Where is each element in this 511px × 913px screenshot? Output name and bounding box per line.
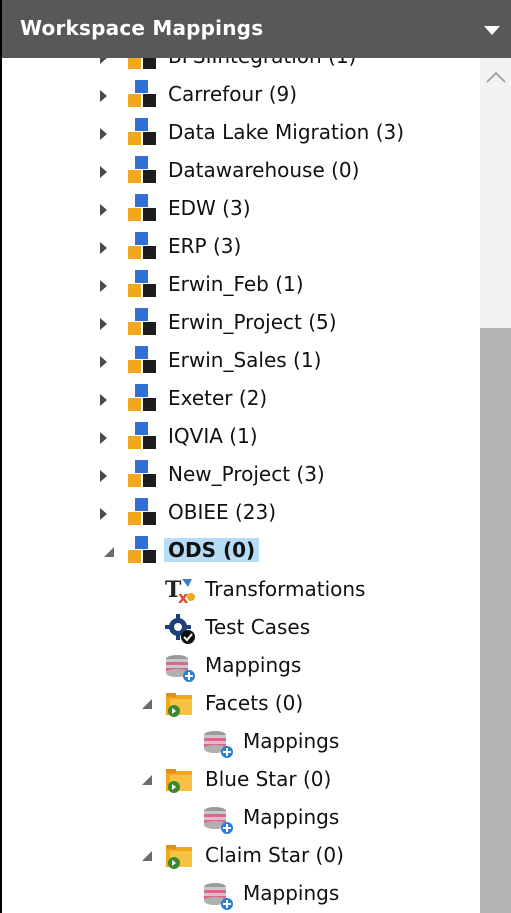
expand-arrow-icon[interactable] xyxy=(100,166,107,178)
expand-arrow-icon[interactable] xyxy=(100,242,107,254)
mappings-icon xyxy=(204,807,233,834)
tree-item-label: Mappings xyxy=(243,881,340,905)
project-icon xyxy=(128,270,156,297)
expand-arrow-icon[interactable] xyxy=(100,318,107,330)
tree-item-mappings[interactable]: Mappings xyxy=(2,800,480,836)
tree-item-label: Transformations xyxy=(205,577,366,601)
collapse-arrow-icon[interactable] xyxy=(142,775,152,785)
tree-item-project[interactable]: Carrefour (9) xyxy=(2,78,480,114)
project-icon xyxy=(128,498,156,525)
tree-item-mappings[interactable]: Mappings xyxy=(2,648,480,684)
project-icon xyxy=(128,156,156,183)
panel-title: Workspace Mappings xyxy=(20,16,264,40)
vertical-scrollbar[interactable] xyxy=(480,58,511,913)
expand-arrow-icon[interactable] xyxy=(100,280,107,292)
tree-item-label: Claim Star (0) xyxy=(205,843,344,867)
project-icon xyxy=(128,232,156,259)
subject-area-icon xyxy=(166,845,192,869)
tree-item-label: Erwin_Project (5) xyxy=(168,310,337,334)
tree-item-project[interactable]: Data Lake Migration (3) xyxy=(2,116,480,152)
tree-item-test-cases[interactable]: Test Cases xyxy=(2,610,480,646)
project-icon xyxy=(128,536,156,563)
scrollbar-thumb[interactable] xyxy=(480,328,511,913)
expand-arrow-icon[interactable] xyxy=(100,128,107,140)
expand-arrow-icon[interactable] xyxy=(100,508,107,520)
project-icon xyxy=(128,384,156,411)
gear-icon xyxy=(165,614,195,644)
project-icon xyxy=(128,118,156,145)
tree-item-label: Blue Star (0) xyxy=(205,767,332,791)
scroll-up-button[interactable] xyxy=(480,58,511,93)
tree-item-label: Data Lake Migration (3) xyxy=(168,120,405,144)
project-icon xyxy=(128,308,156,335)
transformations-icon: T x xyxy=(165,577,195,607)
mappings-icon xyxy=(204,731,233,758)
expand-arrow-icon[interactable] xyxy=(100,90,107,102)
subject-area-icon xyxy=(166,693,192,717)
tree-item-label: Mappings xyxy=(243,729,340,753)
tree-item-project[interactable]: OBIEE (23) xyxy=(2,496,480,532)
tree-item-label: New_Project (3) xyxy=(168,462,325,486)
tree-item-label: Facets (0) xyxy=(205,691,304,715)
workspace-tree: BFSIIntegration (1) Carrefour (9) Data La… xyxy=(2,58,480,913)
tree-item-subject-area[interactable]: Facets (0) xyxy=(2,686,480,722)
chevron-up-icon xyxy=(486,71,506,83)
tree-item-project[interactable]: Erwin_Project (5) xyxy=(2,306,480,342)
tree-item-label: Erwin_Feb (1) xyxy=(168,272,304,296)
tree-item-subject-area[interactable]: Claim Star (0) xyxy=(2,838,480,874)
tree-item-project[interactable]: New_Project (3) xyxy=(2,458,480,494)
expand-arrow-icon[interactable] xyxy=(100,432,107,444)
workspace-mappings-panel: Workspace Mappings BFSIIntegration (1) C… xyxy=(0,0,511,913)
subject-area-icon xyxy=(166,769,192,793)
tree-item-ods[interactable]: ODS (0) xyxy=(2,534,480,570)
panel-header: Workspace Mappings xyxy=(2,0,511,58)
mappings-icon xyxy=(204,883,233,910)
tree-item-project[interactable]: ERP (3) xyxy=(2,230,480,266)
expand-arrow-icon[interactable] xyxy=(100,470,107,482)
tree-item-label: Carrefour (9) xyxy=(168,82,298,106)
tree-item-label-selected: ODS (0) xyxy=(164,538,260,562)
tree-item-mappings[interactable]: Mappings xyxy=(2,724,480,760)
project-icon xyxy=(128,422,156,449)
project-icon xyxy=(128,58,156,69)
caret-down-icon[interactable] xyxy=(484,26,500,35)
tree-item-label: Mappings xyxy=(205,653,302,677)
collapse-arrow-icon[interactable] xyxy=(142,851,152,861)
expand-arrow-icon[interactable] xyxy=(100,58,107,64)
collapse-arrow-icon[interactable] xyxy=(104,547,114,557)
project-icon xyxy=(128,80,156,107)
tree-item-project[interactable]: Erwin_Sales (1) xyxy=(2,344,480,380)
mappings-icon xyxy=(166,655,195,682)
tree-item-label: OBIEE (23) xyxy=(168,500,277,524)
tree-item-project[interactable]: EDW (3) xyxy=(2,192,480,228)
tree-item-project[interactable]: Datawarehouse (0) xyxy=(2,154,480,190)
project-icon xyxy=(128,460,156,487)
tree-item-label: IQVIA (1) xyxy=(168,424,258,448)
collapse-arrow-icon[interactable] xyxy=(142,699,152,709)
tree-item-transformations[interactable]: T x Transformations xyxy=(2,572,480,608)
tree-item-label: Mappings xyxy=(243,805,340,829)
tree-item-mappings[interactable]: Mappings xyxy=(2,876,480,912)
expand-arrow-icon[interactable] xyxy=(100,204,107,216)
project-icon xyxy=(128,346,156,373)
tree-item-label: EDW (3) xyxy=(168,196,251,220)
project-icon xyxy=(128,194,156,221)
tree-item-label: Datawarehouse (0) xyxy=(168,158,360,182)
tree-item-partial[interactable]: BFSIIntegration (1) xyxy=(2,58,480,76)
tree-item-label: Exeter (2) xyxy=(168,386,268,410)
tree-item-label: Test Cases xyxy=(205,615,311,639)
tree-item-label: ERP (3) xyxy=(168,234,242,258)
tree-item-project[interactable]: Exeter (2) xyxy=(2,382,480,418)
expand-arrow-icon[interactable] xyxy=(100,394,107,406)
tree-item-project[interactable]: IQVIA (1) xyxy=(2,420,480,456)
expand-arrow-icon[interactable] xyxy=(100,356,107,368)
tree-item-project[interactable]: Erwin_Feb (1) xyxy=(2,268,480,304)
tree-item-label: BFSIIntegration (1) xyxy=(168,58,356,68)
tree-item-subject-area[interactable]: Blue Star (0) xyxy=(2,762,480,798)
tree-item-label: Erwin_Sales (1) xyxy=(168,348,322,372)
